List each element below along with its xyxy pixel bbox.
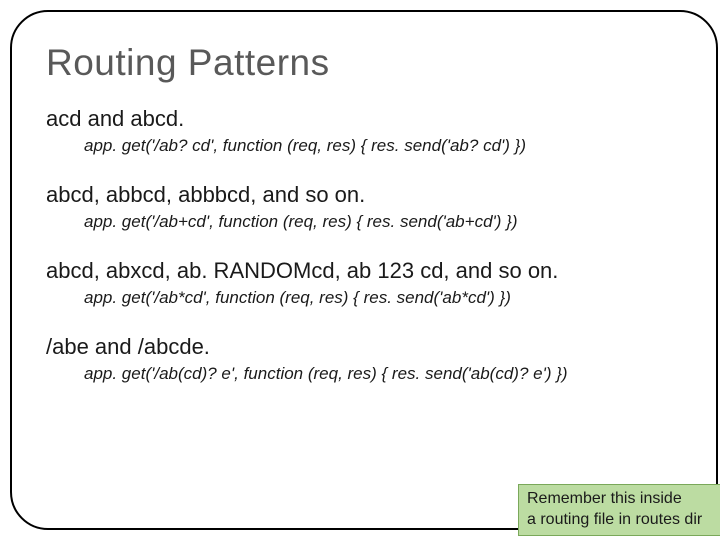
pattern-section: abcd, abbcd, abbbcd, and so on. app. get…: [46, 182, 682, 232]
pattern-section: abcd, abxcd, ab. RANDOMcd, ab 123 cd, an…: [46, 258, 682, 308]
pattern-section: /abe and /abcde. app. get('/ab(cd)? e', …: [46, 334, 682, 384]
pattern-desc: abcd, abbcd, abbbcd, and so on.: [46, 182, 682, 208]
pattern-code: app. get('/ab+cd', function (req, res) {…: [46, 212, 682, 232]
pattern-code: app. get('/ab*cd', function (req, res) {…: [46, 288, 682, 308]
note-line: Remember this inside: [527, 489, 720, 510]
pattern-section: acd and abcd. app. get('/ab? cd', functi…: [46, 106, 682, 156]
pattern-code: app. get('/ab(cd)? e', function (req, re…: [46, 364, 682, 384]
pattern-desc: /abe and /abcde.: [46, 334, 682, 360]
pattern-desc: abcd, abxcd, ab. RANDOMcd, ab 123 cd, an…: [46, 258, 682, 284]
slide-frame: Routing Patterns acd and abcd. app. get(…: [10, 10, 718, 530]
slide-title: Routing Patterns: [46, 42, 682, 84]
reminder-note: Remember this inside a routing file in r…: [518, 484, 720, 536]
pattern-code: app. get('/ab? cd', function (req, res) …: [46, 136, 682, 156]
pattern-desc: acd and abcd.: [46, 106, 682, 132]
note-line: a routing file in routes dir: [527, 510, 720, 531]
